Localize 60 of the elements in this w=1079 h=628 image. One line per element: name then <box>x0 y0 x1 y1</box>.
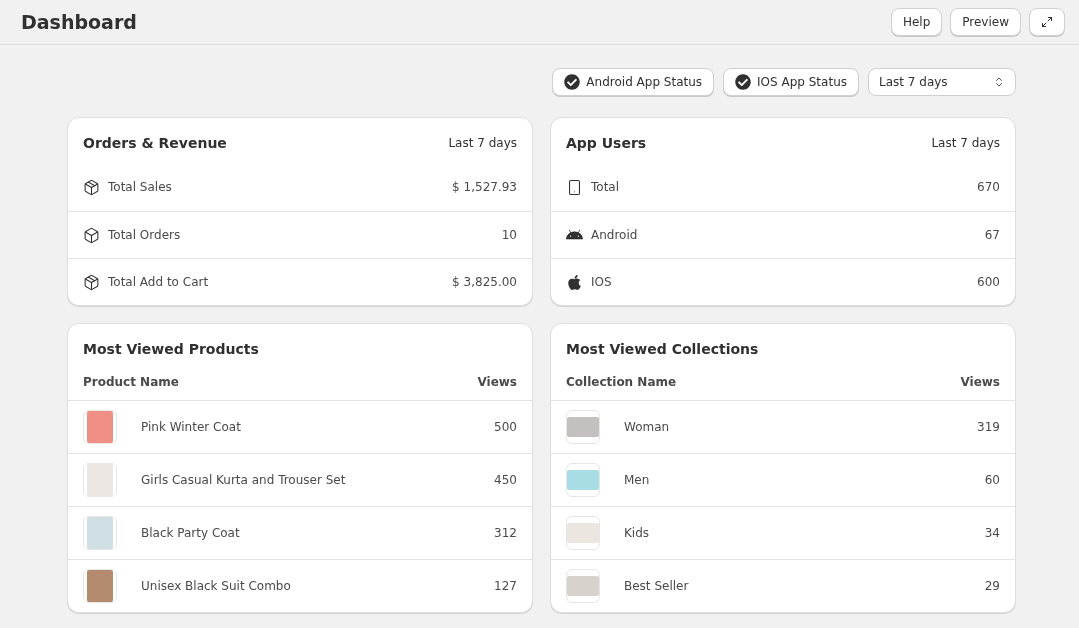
column-header: Product Name <box>83 375 179 389</box>
chevron-up-down-icon <box>993 76 1005 88</box>
expand-icon <box>1041 16 1053 28</box>
metric-value: 10 <box>501 228 517 242</box>
smartphone-icon <box>566 178 583 196</box>
metric-label: Android <box>591 228 638 242</box>
view-count: 450 <box>494 473 517 487</box>
item-name: Woman <box>624 420 670 434</box>
item-name: Men <box>624 473 650 487</box>
date-range-select[interactable]: Last 7 days <box>868 68 1016 96</box>
photo-placeholder <box>566 516 600 550</box>
metric-label: Total Sales <box>108 180 172 194</box>
item-name: Best Seller <box>624 579 689 593</box>
package-icon <box>83 273 100 291</box>
metric-label: IOS <box>591 275 612 289</box>
app-status-button[interactable]: IOS App Status <box>723 68 859 96</box>
period-label: Last 7 days <box>931 136 1000 150</box>
card-title: Most Viewed Products <box>83 341 259 357</box>
item-name: Black Party Coat <box>141 526 240 540</box>
item-name: Pink Winter Coat <box>141 420 241 434</box>
column-header: Views <box>477 375 517 389</box>
help-button[interactable]: Help <box>890 8 943 36</box>
metric-label: Total <box>591 180 620 194</box>
view-count: 29 <box>984 579 1000 593</box>
photo-placeholder <box>566 410 600 444</box>
column-header: Collection Name <box>566 375 677 389</box>
metric-value: 67 <box>984 228 1000 242</box>
view-count: 127 <box>494 579 517 593</box>
photo-placeholder <box>566 463 600 497</box>
box-icon <box>83 226 100 244</box>
fullscreen-button[interactable] <box>1029 8 1065 36</box>
metric-value: 600 <box>977 275 1000 289</box>
column-header: Views <box>960 375 1000 389</box>
page-title: Dashboard <box>21 11 137 33</box>
view-count: 500 <box>494 420 517 434</box>
photo-placeholder <box>83 569 117 603</box>
card-title: App Users <box>566 135 647 151</box>
metric-value: 670 <box>977 180 1000 194</box>
item-name: Unisex Black Suit Combo <box>141 579 291 593</box>
photo-placeholder <box>566 569 600 603</box>
photo-placeholder <box>83 516 117 550</box>
photo-placeholder <box>83 463 117 497</box>
view-count: 60 <box>984 473 1000 487</box>
view-count: 34 <box>984 526 1000 540</box>
item-name: Kids <box>624 526 650 540</box>
metric-label: Total Add to Cart <box>108 275 209 289</box>
item-name: Girls Casual Kurta and Trouser Set <box>141 473 346 487</box>
package-icon <box>83 178 100 196</box>
metric-label: Total Orders <box>108 228 181 242</box>
card-title: Most Viewed Collections <box>566 341 759 357</box>
card-title: Orders & Revenue <box>83 135 227 151</box>
metric-value: $ 1,527.93 <box>452 180 517 194</box>
period-label: Last 7 days <box>448 136 517 150</box>
photo-placeholder <box>83 410 117 444</box>
preview-button[interactable]: Preview <box>950 8 1021 36</box>
view-count: 319 <box>977 420 1000 434</box>
apple-icon <box>566 273 583 291</box>
app-status-button[interactable]: Android App Status <box>552 68 715 96</box>
view-count: 312 <box>494 526 517 540</box>
metric-value: $ 3,825.00 <box>452 275 517 289</box>
